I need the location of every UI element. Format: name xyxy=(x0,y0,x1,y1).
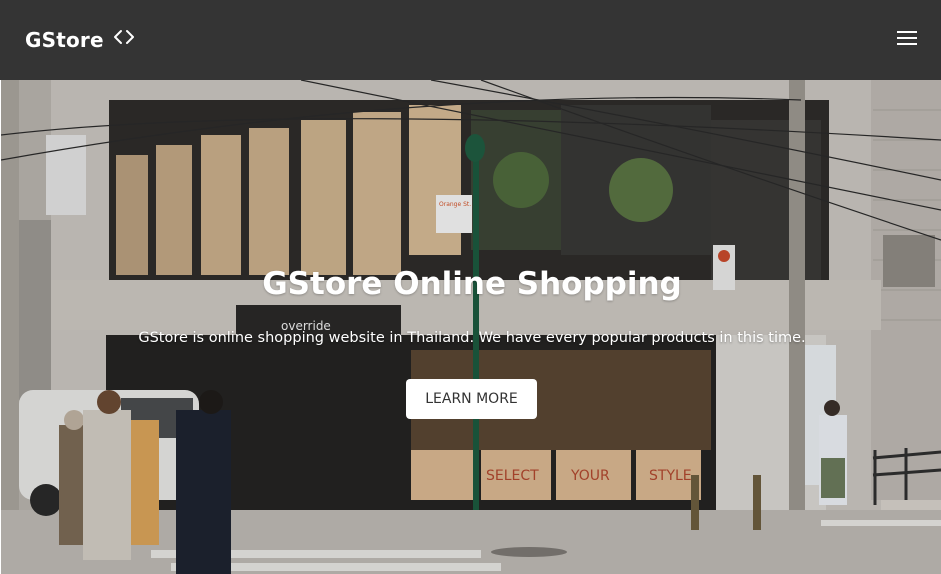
hamburger-menu-icon xyxy=(897,31,917,45)
hero-overlay xyxy=(1,80,941,574)
hero-banner: override SELECT YOUR STYLE Orange St. GS… xyxy=(1,80,941,574)
navbar: GStore xyxy=(0,0,941,80)
hero-title: GStore Online Shopping xyxy=(262,266,682,302)
brand-link[interactable]: GStore xyxy=(25,28,136,52)
brand-name: GStore xyxy=(25,28,104,52)
hamburger-menu-button[interactable] xyxy=(897,29,917,47)
code-icon xyxy=(113,30,134,44)
hero-description: GStore is online shopping website in Tha… xyxy=(138,330,806,346)
learn-more-button[interactable]: LEARN MORE xyxy=(406,379,537,419)
